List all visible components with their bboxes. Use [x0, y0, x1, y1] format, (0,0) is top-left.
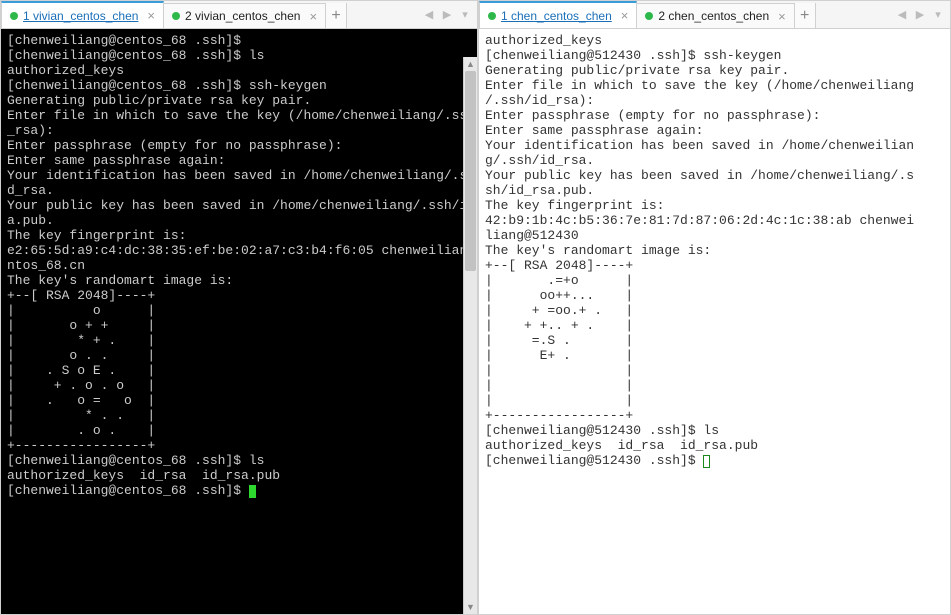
terminal-line: Your public key has been saved in /home/…: [485, 168, 914, 183]
cursor-icon: [249, 485, 256, 498]
tab-menu-icon[interactable]: ▾: [457, 6, 473, 24]
terminal-line: [chenweiliang@centos_68 .ssh]$ ls: [7, 48, 264, 63]
tab-label: 1 vivian_centos_chen: [23, 9, 138, 23]
terminal-line: | + =oo.+ . |: [485, 303, 633, 318]
close-icon[interactable]: ×: [309, 9, 317, 24]
add-tab-button[interactable]: +: [794, 3, 816, 28]
terminal-line: | E+ . |: [485, 348, 633, 363]
terminal-line: | + . o . o |: [7, 378, 155, 393]
terminal-line: | * + . |: [7, 333, 155, 348]
status-dot-icon: [645, 12, 653, 20]
terminal-line: Your identification has been saved in /h…: [485, 138, 914, 153]
left-terminal[interactable]: [chenweiliang@centos_68 .ssh]$ [chenweil…: [1, 29, 477, 614]
terminal-line: Enter passphrase (empty for no passphras…: [485, 108, 828, 123]
status-dot-icon: [172, 12, 180, 20]
right-pane: 1 chen_centos_chen × 2 chen_centos_chen …: [478, 0, 951, 615]
left-scrollbar[interactable]: ▲ ▼: [463, 57, 477, 614]
scrollbar-thumb[interactable]: [465, 71, 476, 271]
terminal-line: _rsa):: [7, 123, 62, 138]
terminal-line: Your public key has been saved in /home/…: [7, 198, 477, 213]
tab-label: 2 chen_centos_chen: [658, 9, 769, 23]
terminal-line: | |: [485, 393, 633, 408]
terminal-line: | =.S . |: [485, 333, 633, 348]
tab-label: 2 vivian_centos_chen: [185, 9, 300, 23]
status-dot-icon: [10, 12, 18, 20]
terminal-line: | o . . |: [7, 348, 155, 363]
terminal-line: a.pub.: [7, 213, 54, 228]
close-icon[interactable]: ×: [778, 9, 786, 24]
tab-next-icon[interactable]: ▶: [912, 6, 928, 24]
tab-prev-icon[interactable]: ◀: [894, 6, 910, 24]
tab-chen-1[interactable]: 1 chen_centos_chen ×: [479, 1, 637, 28]
terminal-line: [chenweiliang@centos_68 .ssh]$: [7, 33, 249, 48]
terminal-line: The key's randomart image is:: [485, 243, 711, 258]
terminal-line: | |: [485, 363, 633, 378]
terminal-line: +-----------------+: [485, 408, 633, 423]
tab-chen-2[interactable]: 2 chen_centos_chen ×: [636, 3, 794, 28]
terminal-line: e2:65:5d:a9:c4:dc:38:35:ef:be:02:a7:c3:b…: [7, 243, 477, 258]
left-tabbar: 1 vivian_centos_chen × 2 vivian_centos_c…: [1, 1, 477, 29]
tab-nav: ◀ ▶ ▾: [417, 1, 477, 28]
terminal-line: ntos_68.cn: [7, 258, 85, 273]
close-icon[interactable]: ×: [621, 8, 629, 23]
tab-label: 1 chen_centos_chen: [501, 9, 612, 23]
terminal-line: Enter file in which to save the key (/ho…: [7, 108, 477, 123]
tab-menu-icon[interactable]: ▾: [930, 6, 946, 24]
terminal-line: Enter file in which to save the key (/ho…: [485, 78, 914, 93]
terminal-line: The key fingerprint is:: [7, 228, 186, 243]
terminal-line: sh/id_rsa.pub.: [485, 183, 594, 198]
tab-next-icon[interactable]: ▶: [439, 6, 455, 24]
terminal-line: [chenweiliang@512430 .ssh]$ ssh-keygen: [485, 48, 781, 63]
tab-prev-icon[interactable]: ◀: [421, 6, 437, 24]
terminal-line: | o |: [7, 303, 155, 318]
right-tabbar: 1 chen_centos_chen × 2 chen_centos_chen …: [479, 1, 950, 29]
terminal-line: liang@512430: [485, 228, 579, 243]
terminal-line: Your identification has been saved in /h…: [7, 168, 477, 183]
terminal-line: +--[ RSA 2048]----+: [485, 258, 633, 273]
terminal-line: | . o . |: [7, 423, 155, 438]
terminal-line: Generating public/private rsa key pair.: [485, 63, 789, 78]
close-icon[interactable]: ×: [147, 8, 155, 23]
tab-vivian-2[interactable]: 2 vivian_centos_chen ×: [163, 3, 326, 28]
terminal-line: The key's randomart image is:: [7, 273, 233, 288]
tab-vivian-1[interactable]: 1 vivian_centos_chen ×: [1, 1, 164, 28]
cursor-icon: [703, 455, 710, 468]
terminal-line: | . S o E . |: [7, 363, 155, 378]
scroll-up-icon[interactable]: ▲: [464, 57, 477, 71]
terminal-line: [chenweiliang@centos_68 .ssh]$ ls: [7, 453, 264, 468]
terminal-line: authorized_keys: [485, 33, 602, 48]
terminal-line: | o + + |: [7, 318, 155, 333]
terminal-line: +--[ RSA 2048]----+: [7, 288, 155, 303]
status-dot-icon: [488, 12, 496, 20]
terminal-line: 42:b9:1b:4c:b5:36:7e:81:7d:87:06:2d:4c:1…: [485, 213, 914, 228]
terminal-line: Enter passphrase (empty for no passphras…: [7, 138, 350, 153]
terminal-line: [chenweiliang@centos_68 .ssh]$ ssh-keyge…: [7, 78, 327, 93]
terminal-line: authorized_keys id_rsa id_rsa.pub: [7, 468, 280, 483]
terminal-line: | + +.. + . |: [485, 318, 633, 333]
terminal-line: | .=+o |: [485, 273, 633, 288]
terminal-line: The key fingerprint is:: [485, 198, 664, 213]
scroll-down-icon[interactable]: ▼: [464, 600, 477, 614]
terminal-line: d_rsa.: [7, 183, 54, 198]
terminal-line: [chenweiliang@512430 .ssh]$ ls: [485, 423, 719, 438]
terminal-line: | oo++... |: [485, 288, 633, 303]
terminal-line: | * . . |: [7, 408, 155, 423]
terminal-line: Enter same passphrase again:: [7, 153, 233, 168]
terminal-line: authorized_keys: [7, 63, 124, 78]
right-terminal[interactable]: authorized_keys [chenweiliang@512430 .ss…: [479, 29, 950, 614]
terminal-line: [chenweiliang@512430 .ssh]$: [485, 453, 703, 468]
terminal-line: g/.ssh/id_rsa.: [485, 153, 594, 168]
add-tab-button[interactable]: +: [325, 3, 347, 28]
terminal-line: [chenweiliang@centos_68 .ssh]$: [7, 483, 249, 498]
terminal-line: Enter same passphrase again:: [485, 123, 711, 138]
terminal-line: +-----------------+: [7, 438, 155, 453]
terminal-line: | |: [485, 378, 633, 393]
terminal-line: | . o = o |: [7, 393, 155, 408]
terminal-line: authorized_keys id_rsa id_rsa.pub: [485, 438, 758, 453]
terminal-line: /.ssh/id_rsa):: [485, 93, 602, 108]
terminal-line: Generating public/private rsa key pair.: [7, 93, 311, 108]
left-pane: 1 vivian_centos_chen × 2 vivian_centos_c…: [0, 0, 478, 615]
tab-nav: ◀ ▶ ▾: [890, 1, 950, 28]
